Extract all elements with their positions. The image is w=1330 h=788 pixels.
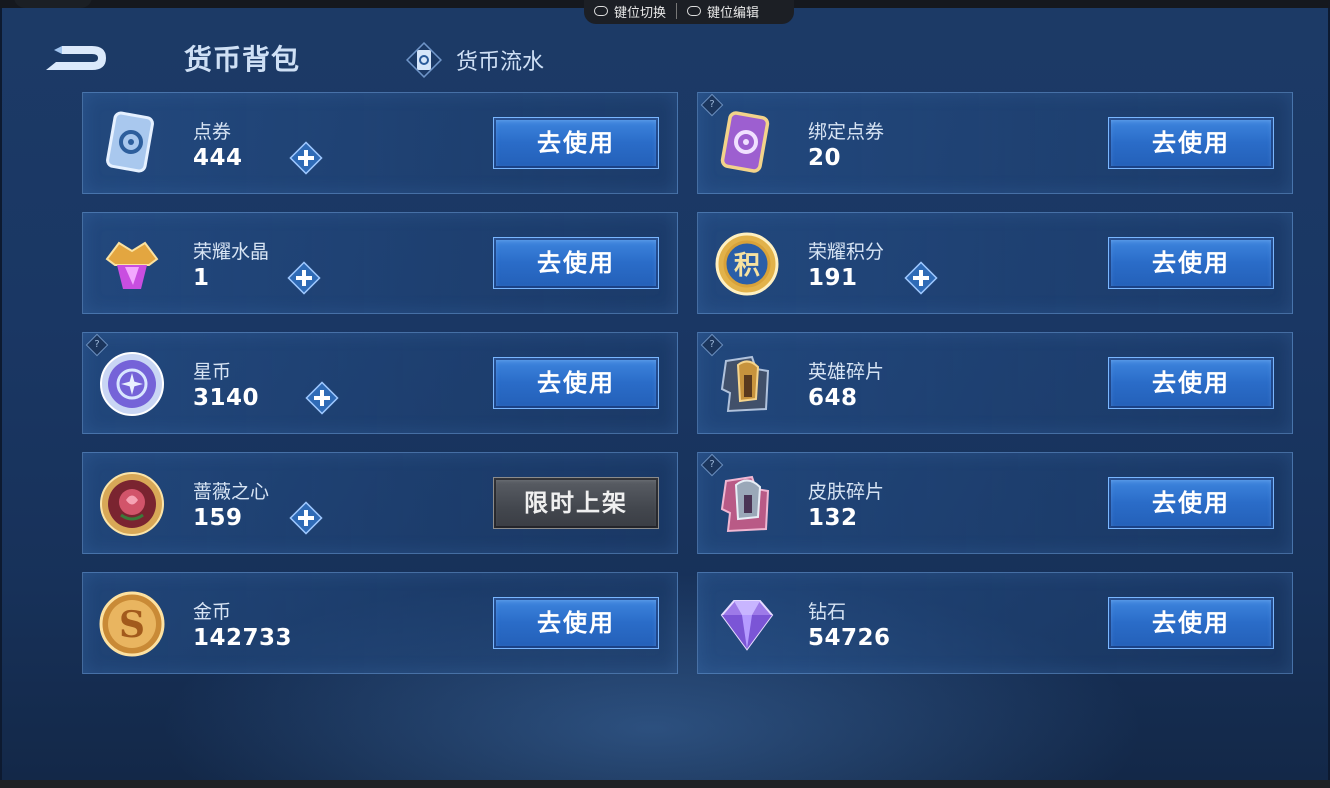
ticket-icon: [405, 41, 443, 79]
rose-heart-icon: [97, 469, 167, 539]
hero-fragment-icon: [712, 349, 782, 419]
currency-card: ? 星币 3140 去使用: [82, 332, 678, 434]
currency-name: 蔷薇之心: [193, 481, 270, 503]
use-button[interactable]: 去使用: [1108, 117, 1274, 169]
currency-card: 荣耀水晶 1 去使用: [82, 212, 678, 314]
page-title: 货币背包: [184, 43, 301, 76]
currency-name: 金币: [193, 601, 232, 623]
use-button[interactable]: 去使用: [493, 117, 659, 169]
currency-flow-label: 货币流水: [456, 50, 545, 75]
use-button[interactable]: 去使用: [1108, 237, 1274, 289]
diamond-icon: [712, 589, 782, 659]
currency-name: 英雄碎片: [808, 361, 885, 383]
currency-card: ? 英雄碎片 648 去使用: [697, 332, 1293, 434]
currency-card: 积 荣耀积分 191 去使用: [697, 212, 1293, 314]
gamepad-icon: [687, 6, 702, 16]
limited-time-button[interactable]: 限时上架: [493, 477, 659, 529]
currency-card: 蔷薇之心 159 限时上架: [82, 452, 678, 554]
currency-amount: 20: [808, 145, 842, 171]
currency-flow-tab[interactable]: 货币流水: [405, 41, 545, 79]
currency-name: 点券: [193, 121, 232, 143]
currency-amount: 159: [193, 505, 243, 531]
use-button[interactable]: 去使用: [1108, 357, 1274, 409]
add-icon[interactable]: [288, 501, 323, 535]
currency-name: 钻石: [808, 601, 847, 623]
add-icon[interactable]: [903, 261, 938, 295]
add-icon[interactable]: [287, 261, 321, 295]
svg-text:积: 积: [734, 251, 760, 281]
use-button[interactable]: 去使用: [493, 357, 659, 409]
currency-amount: 444: [193, 145, 243, 171]
use-button[interactable]: 去使用: [1108, 477, 1274, 529]
gold-coin-icon: S: [97, 589, 167, 659]
add-icon[interactable]: [288, 141, 323, 175]
use-button[interactable]: 去使用: [1108, 597, 1274, 649]
key-switch-label: 键位切换: [614, 5, 667, 21]
back-button[interactable]: [40, 38, 110, 78]
currency-name: 皮肤碎片: [808, 481, 885, 503]
bound-coupon-icon: [712, 109, 782, 179]
currency-card: S 金币 142733 去使用: [82, 572, 678, 674]
currency-amount: 191: [808, 265, 858, 291]
gamepad-icon: [594, 6, 608, 16]
currency-card: ? 皮肤碎片 132 去使用: [697, 452, 1293, 554]
svg-text:S: S: [119, 604, 145, 646]
key-mapping-bar: 键位切换 键位编辑: [584, 0, 794, 24]
currency-name: 荣耀水晶: [193, 241, 270, 263]
currency-name: 荣耀积分: [808, 241, 885, 263]
currency-name: 星币: [193, 361, 232, 383]
coupon-icon: [97, 109, 167, 179]
currency-amount: 142733: [193, 625, 293, 651]
currency-name: 绑定点券: [808, 121, 885, 143]
back-arrow-icon: [46, 46, 106, 70]
currency-card: 点券 444 去使用: [82, 92, 678, 194]
currency-amount: 54726: [808, 625, 891, 651]
use-button[interactable]: 去使用: [493, 237, 659, 289]
currency-amount: 1: [193, 265, 210, 291]
status-pill: [14, 0, 92, 8]
skin-fragment-icon: [712, 469, 782, 539]
currency-backpack-screen: 货币背包 货币流水 点券 444 去使用? 绑定点券 20 去使用 荣耀水晶 1 去使用积荣耀积…: [2, 8, 1328, 780]
key-edit-button[interactable]: 键位编辑: [677, 0, 769, 24]
bottom-strip: [0, 780, 1330, 788]
currency-amount: 648: [808, 385, 858, 411]
currency-amount: 3140: [193, 385, 260, 411]
glory-crystal-icon: [97, 229, 167, 299]
glory-points-icon: 积: [712, 229, 782, 299]
star-coin-icon: [97, 349, 167, 419]
currency-card: ? 绑定点券 20 去使用: [697, 92, 1293, 194]
currency-amount: 132: [808, 505, 858, 531]
add-icon[interactable]: [305, 381, 339, 415]
currency-card: 钻石 54726 去使用: [697, 572, 1293, 674]
key-edit-label: 键位编辑: [707, 5, 760, 21]
use-button[interactable]: 去使用: [493, 597, 659, 649]
key-switch-button[interactable]: 键位切换: [584, 0, 676, 24]
